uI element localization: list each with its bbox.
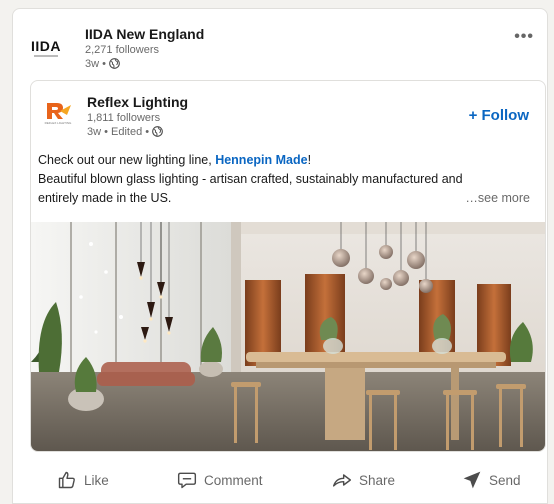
outer-post-header: IIDA IIDA New England 2,271 followers 3w… [24,26,544,72]
post-text-prefix: Check out our new lighting line, [38,153,216,167]
outer-followers: 2,271 followers [85,44,159,56]
more-options-button[interactable]: ••• [514,28,534,46]
post-text-line-1: Check out our new lighting line, Hennepi… [38,151,538,170]
follow-button[interactable]: + Follow [469,107,529,124]
reflex-logo-text: REFLEX LIGHTING [45,121,72,125]
inner-post-header: REFLEX LIGHTING Reflex Lighting 1,811 fo… [31,81,545,145]
inner-followers: 1,811 followers [87,112,161,124]
like-button[interactable]: Like [57,462,109,498]
comment-label: Comment [204,472,263,488]
like-label: Like [84,472,109,488]
send-button[interactable]: Send [462,462,521,498]
iida-logo-text: IIDA [31,38,61,54]
post-text-suffix: ! [307,153,312,167]
reshared-post[interactable]: REFLEX LIGHTING Reflex Lighting 1,811 fo… [30,80,546,452]
send-label: Send [489,472,521,488]
share-button[interactable]: Share [332,462,395,498]
hennepin-made-link[interactable]: Hennepin Made [215,153,307,167]
outer-author-name[interactable]: IIDA New England [85,26,204,43]
outer-time-text: 3w • [85,58,106,70]
reflex-lighting-logo[interactable]: REFLEX LIGHTING [43,101,73,125]
inner-post-meta: Reflex Lighting 1,811 followers 3w • Edi… [87,94,188,139]
inner-time-text: 3w • Edited • [87,126,150,138]
post-text: Check out our new lighting line, Hennepi… [38,151,538,208]
send-plane-icon [463,471,481,489]
thumbs-up-icon [58,471,75,489]
outer-post-time: 3w • [85,57,204,71]
iida-logo[interactable]: IIDA [24,30,68,66]
comment-bubble-icon [177,472,197,489]
outer-post-meta: IIDA New England 2,271 followers 3w • [85,26,204,71]
comment-button[interactable]: Comment [177,462,263,498]
post-text-line-2: Beautiful blown glass lighting - artisan… [38,172,463,186]
share-arrow-icon [332,474,352,487]
inner-post-time: 3w • Edited • [87,125,188,139]
globe-icon [109,58,120,69]
inner-author-name[interactable]: Reflex Lighting [87,94,188,111]
share-label: Share [359,472,396,488]
globe-icon [152,126,164,137]
iida-logo-underline [34,55,58,57]
post-actions-bar: Like Comment Share Send [12,462,548,498]
see-more-link[interactable]: …see more [461,189,530,208]
post-image[interactable] [31,222,546,452]
